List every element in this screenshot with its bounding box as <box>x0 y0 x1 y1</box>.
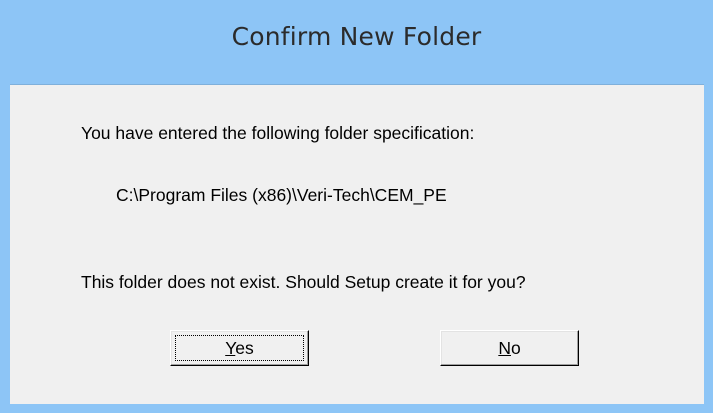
yes-label-rest: es <box>235 338 254 358</box>
confirm-new-folder-dialog: Confirm New Folder You have entered the … <box>0 0 713 413</box>
folder-spec-label: You have entered the following folder sp… <box>81 123 475 143</box>
dialog-title: Confirm New Folder <box>231 22 482 51</box>
yes-mnemonic: Y <box>225 338 236 358</box>
yes-button[interactable]: Yes <box>170 330 309 366</box>
no-label-rest: o <box>510 338 521 358</box>
dialog-body: You have entered the following folder sp… <box>10 84 704 404</box>
folder-path-text: C:\Program Files (x86)\Veri-Tech\CEM_PE <box>116 185 447 205</box>
title-bar[interactable]: Confirm New Folder <box>0 0 713 85</box>
no-mnemonic: N <box>498 338 511 358</box>
create-folder-question: This folder does not exist. Should Setup… <box>81 272 526 292</box>
no-button[interactable]: No <box>440 330 579 366</box>
